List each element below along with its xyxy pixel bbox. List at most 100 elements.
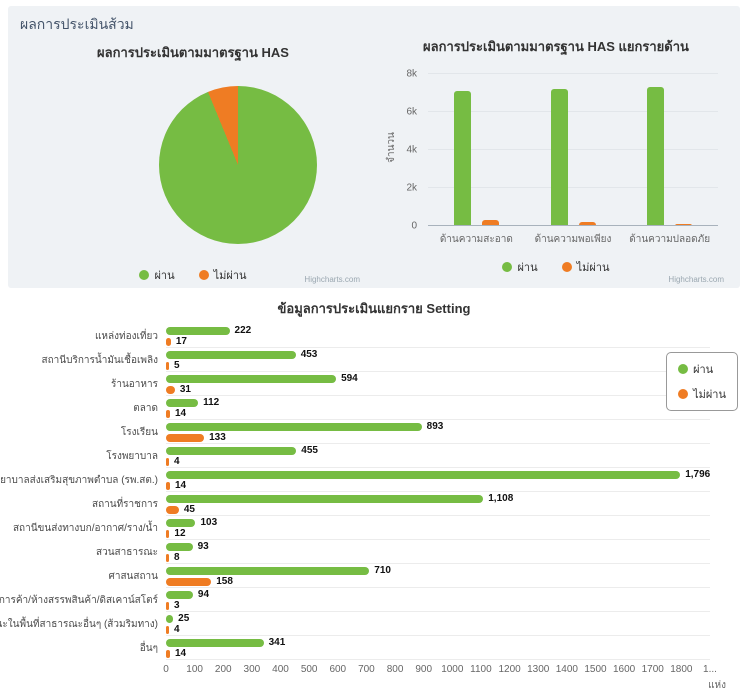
x-axis-categories: ด้านความสะอาดด้านความพอเพียงด้านความปลอด… xyxy=(428,232,718,246)
column-chart-card: ผลการประเมินตามมาตรฐาน HAS แยกรายด้าน จำ… xyxy=(380,28,732,286)
bar-value-label: 93 xyxy=(198,542,209,552)
pass-legend-dot-icon xyxy=(502,262,512,272)
bar-fail[interactable] xyxy=(166,434,204,442)
pass-bar-line: 453 xyxy=(166,349,710,360)
bar-pass[interactable] xyxy=(166,399,198,407)
bar-value-label: 8 xyxy=(174,553,180,563)
bar-fail[interactable] xyxy=(166,578,211,586)
category-bars: 4535 xyxy=(166,348,710,372)
fail-bar-line: 133 xyxy=(166,432,710,443)
category-bars: 1,79614 xyxy=(166,468,710,492)
bar-value-label: 133 xyxy=(209,433,226,443)
legend-item-fail[interactable]: ไม่ผ่าน xyxy=(562,258,610,276)
category-row: ตลาด11214 xyxy=(8,396,740,420)
bar-value-label: 1,796 xyxy=(685,470,710,480)
fail-bar-line: 3 xyxy=(166,600,710,611)
bar-pass[interactable] xyxy=(166,327,230,335)
x-axis-tick-label: 1000 xyxy=(441,664,463,675)
column-group xyxy=(543,74,603,226)
bar-fail[interactable] xyxy=(166,482,170,490)
legend-item-fail[interactable]: ไม่ผ่าน xyxy=(199,266,247,284)
category-bars: 254 xyxy=(166,612,710,636)
pass-bar-line: 25 xyxy=(166,613,710,624)
bar-fail[interactable] xyxy=(166,338,171,346)
pass-bar-line: 455 xyxy=(166,445,710,456)
bar-fail[interactable] xyxy=(166,626,169,634)
category-row: ร้านอาหาร59431 xyxy=(8,372,740,396)
bar-pass[interactable] xyxy=(166,615,173,623)
x-axis: 0100200300400500600700800900100011001200… xyxy=(166,664,710,676)
bar-fail[interactable] xyxy=(166,506,179,514)
bar-pass[interactable] xyxy=(166,375,336,383)
category-bars: 943 xyxy=(166,588,710,612)
highcharts-credit-link[interactable]: Highcharts.com xyxy=(668,275,724,284)
column-plot-area xyxy=(428,74,718,226)
x-axis-tick-label: 200 xyxy=(215,664,232,675)
bar-pass[interactable] xyxy=(166,591,193,599)
column-bar-pass[interactable] xyxy=(551,89,568,226)
bar-fail[interactable] xyxy=(166,530,169,538)
bar-rows: แหล่งท่องเที่ยว22217สถานีบริการน้ำมันเชื… xyxy=(8,324,740,660)
bar-value-label: 1,108 xyxy=(488,494,513,504)
x-axis-tick-label: 0 xyxy=(163,664,169,675)
bar-pass[interactable] xyxy=(166,423,422,431)
category-row: โรงพยาบาลส่งเสริมสุขภาพตำบล (รพ.สต.)1,79… xyxy=(8,468,740,492)
category-row: ศูนย์การค้า/ห้างสรรพสินค้า/ดิสเคาน์สโตร์… xyxy=(8,588,740,612)
column-chart-title: ผลการประเมินตามมาตรฐาน HAS แยกรายด้าน xyxy=(380,36,732,57)
bar-fail[interactable] xyxy=(166,602,169,610)
bar-pass[interactable] xyxy=(166,543,193,551)
x-axis-tick-label: 1200 xyxy=(498,664,520,675)
column-bar-pass[interactable] xyxy=(454,91,471,226)
pass-bar-line: 112 xyxy=(166,397,710,408)
pass-bar-line: 341 xyxy=(166,637,710,648)
bar-fail[interactable] xyxy=(166,554,169,562)
page-title: ผลการประเมินส้วม xyxy=(20,14,134,36)
settings-chart-title: ข้อมูลการประเมินแยกราย Setting xyxy=(8,298,740,319)
legend-fail-label: ไม่ผ่าน xyxy=(214,266,247,284)
category-bars: 710158 xyxy=(166,564,710,588)
bar-pass[interactable] xyxy=(166,567,369,575)
legend-item-pass[interactable]: ผ่าน xyxy=(139,266,174,284)
pass-bar-line: 103 xyxy=(166,517,710,528)
highcharts-credit-link[interactable]: Highcharts.com xyxy=(304,275,360,284)
bar-fail[interactable] xyxy=(166,458,169,466)
category-label: สถานที่ราชการ xyxy=(8,492,166,516)
pass-bar-line: 710 xyxy=(166,565,710,576)
fail-bar-line: 5 xyxy=(166,360,710,371)
bar-fail[interactable] xyxy=(166,362,169,370)
bar-pass[interactable] xyxy=(166,447,296,455)
legend-item-pass[interactable]: ผ่าน xyxy=(678,360,726,378)
bar-fail[interactable] xyxy=(166,410,170,418)
category-bars: 10312 xyxy=(166,516,710,540)
legend-item-pass[interactable]: ผ่าน xyxy=(502,258,537,276)
x-axis-tick-label: 400 xyxy=(272,664,289,675)
pie-chart[interactable] xyxy=(159,86,317,244)
bar-fail[interactable] xyxy=(166,650,170,658)
legend-pass-label: ผ่าน xyxy=(693,360,713,378)
pass-legend-dot-icon xyxy=(139,270,149,280)
bar-pass[interactable] xyxy=(166,495,483,503)
pass-bar-line: 594 xyxy=(166,373,710,384)
category-label: อื่นๆ xyxy=(8,636,166,660)
x-axis-tick-label: 800 xyxy=(387,664,404,675)
bar-value-label: 5 xyxy=(174,361,180,371)
category-bars: 22217 xyxy=(166,324,710,348)
fail-bar-line: 8 xyxy=(166,552,710,563)
fail-bar-line: 45 xyxy=(166,504,710,515)
fail-bar-line: 31 xyxy=(166,384,710,395)
bar-pass[interactable] xyxy=(166,519,195,527)
summary-panel: ผลการประเมินส้วม ผลการประเมินตามมาตรฐาน … xyxy=(8,6,740,288)
x-axis-tick-label: 500 xyxy=(301,664,318,675)
category-row: แหล่งท่องเที่ยว22217 xyxy=(8,324,740,348)
bar-pass[interactable] xyxy=(166,471,680,479)
bar-value-label: 12 xyxy=(174,529,185,539)
x-axis-tick-label: 600 xyxy=(329,664,346,675)
column-bar-pass[interactable] xyxy=(647,87,664,226)
bar-pass[interactable] xyxy=(166,639,264,647)
bar-pass[interactable] xyxy=(166,351,296,359)
settings-chart: ข้อมูลการประเมินแยกราย Setting ผ่าน ไม่ผ… xyxy=(8,298,740,694)
legend-item-fail[interactable]: ไม่ผ่าน xyxy=(678,385,726,403)
y-axis: 02k4k6k8k xyxy=(380,74,424,226)
bar-fail[interactable] xyxy=(166,386,175,394)
x-axis-tick-label: 900 xyxy=(415,664,432,675)
